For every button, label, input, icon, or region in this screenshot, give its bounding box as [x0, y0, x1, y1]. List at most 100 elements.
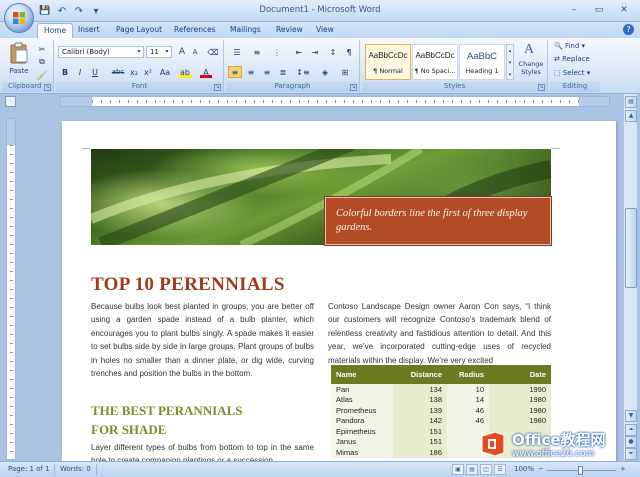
select-button[interactable]: ⬚ Select ▾ — [554, 69, 590, 77]
scroll-up-button[interactable]: ▲ — [625, 110, 637, 122]
increase-indent-icon[interactable]: ⇥ — [308, 46, 322, 58]
select-label: Select — [562, 69, 585, 77]
minimize-button[interactable]: – — [562, 2, 586, 17]
table-header-date: Date — [489, 365, 551, 384]
tab-insert[interactable]: Insert — [72, 23, 106, 38]
tab-references[interactable]: References — [168, 23, 222, 38]
page-count[interactable]: Page: 1 of 1 — [8, 465, 50, 473]
styles-scroll[interactable]: ▴ ▾ ▾ — [506, 44, 514, 80]
italic-button[interactable]: I — [74, 66, 86, 78]
borders-icon[interactable]: ⊞ — [336, 66, 354, 78]
style-normal-sample: AaBbCcDc — [368, 51, 408, 60]
cut-icon[interactable]: ✂ — [36, 43, 48, 55]
clipboard-group: Paste ✂ ⧉ 🖌 Clipboard ↘ — [2, 40, 54, 92]
tab-selector-button[interactable] — [5, 96, 16, 107]
style-no-spacing-name: ¶ No Spaci... — [414, 67, 456, 75]
format-painter-icon[interactable]: 🖌 — [36, 69, 48, 81]
table-row: Pandora 142 46 1980 — [331, 415, 551, 426]
replace-button[interactable]: ⇄ Replace — [554, 55, 590, 63]
vertical-scrollbar[interactable]: ▤ ▲ ▼ ⏶ ● ⏷ — [623, 94, 637, 460]
align-right-icon[interactable]: ≡ — [260, 66, 274, 78]
font-color-button[interactable]: A — [200, 66, 212, 78]
table-cell: 151 — [393, 426, 447, 437]
font-size-value: 11 — [150, 48, 159, 56]
subscript-button[interactable]: x₂ — [128, 66, 140, 78]
numbering-icon[interactable]: ≡ — [248, 46, 266, 58]
ruler-right-margin — [579, 97, 609, 106]
style-heading-1[interactable]: AaBbC Heading 1 — [459, 44, 505, 80]
ruler-left-margin — [61, 97, 92, 106]
copy-icon[interactable]: ⧉ — [36, 56, 48, 68]
editing-group: 🔍 Find ▾ ⇄ Replace ⬚ Select ▾ Editing — [550, 40, 600, 92]
maximize-button[interactable]: ▭ — [587, 2, 611, 17]
scroll-down-button[interactable]: ▼ — [625, 410, 637, 422]
caption-box: Colorful borders line the first of three… — [324, 196, 552, 246]
body-paragraph-1: Because bulbs look best planted in group… — [91, 302, 314, 379]
change-styles-button[interactable]: A Change Styles — [516, 42, 546, 82]
table-cell: 14 — [447, 394, 489, 405]
font-family-select[interactable]: Calibri (Body) ▾ — [58, 46, 144, 58]
zoom-out-button[interactable]: − — [538, 465, 544, 473]
paragraph-launcher-icon[interactable]: ↘ — [350, 84, 357, 91]
zoom-in-button[interactable]: + — [620, 465, 626, 473]
font-size-select[interactable]: 11 ▾ — [146, 46, 172, 58]
sort-icon[interactable]: ↕ — [326, 46, 340, 58]
strikethrough-button[interactable]: abc — [110, 66, 126, 78]
zoom-level[interactable]: 100% — [514, 465, 534, 473]
find-button[interactable]: 🔍 Find ▾ — [554, 42, 585, 50]
show-marks-icon[interactable]: ¶ — [342, 46, 356, 58]
clipboard-launcher-icon[interactable]: ↘ — [44, 84, 51, 91]
print-layout-view-button[interactable]: ▣ — [452, 464, 464, 475]
shrink-font-button[interactable]: A — [189, 46, 201, 58]
horizontal-ruler[interactable] — [60, 96, 610, 107]
style-normal[interactable]: AaBbCcDc ¶ Normal — [365, 44, 411, 80]
close-button[interactable]: ✕ — [612, 2, 636, 17]
styles-launcher-icon[interactable]: ↘ — [538, 84, 545, 91]
justify-icon[interactable]: ≣ — [276, 66, 290, 78]
underline-button[interactable]: U — [89, 66, 101, 78]
font-group-label: Font — [56, 82, 223, 92]
word-count[interactable]: Words: 0 — [60, 465, 91, 473]
table-header-distance: Distance — [393, 365, 447, 384]
style-no-spacing[interactable]: AaBbCcDc ¶ No Spaci... — [412, 44, 458, 80]
decrease-indent-icon[interactable]: ⇤ — [292, 46, 306, 58]
line-spacing-icon[interactable]: ↕≡ — [294, 66, 312, 78]
scroll-thumb[interactable] — [625, 208, 637, 288]
tab-home[interactable]: Home — [37, 23, 74, 38]
clipboard-icon — [10, 42, 28, 64]
font-launcher-icon[interactable]: ↘ — [214, 84, 221, 91]
superscript-button[interactable]: x² — [142, 66, 154, 78]
table-cell: Pan — [331, 384, 393, 395]
multilevel-list-icon[interactable]: ⋮ — [268, 46, 286, 58]
bullets-icon[interactable]: ☰ — [228, 46, 246, 58]
table-header-row: Name Distance Radius Date — [331, 365, 551, 384]
office-button[interactable] — [4, 3, 34, 33]
table-row: Prometheus 139 46 1980 — [331, 405, 551, 416]
help-icon[interactable]: ? — [623, 24, 634, 35]
tab-page-layout[interactable]: Page Layout — [110, 23, 168, 38]
change-styles-icon: A — [524, 42, 535, 57]
highlight-color-icon[interactable]: ab — [178, 66, 192, 78]
paste-button[interactable]: Paste — [6, 42, 32, 80]
clear-formatting-icon[interactable]: ⌫ — [206, 46, 220, 58]
align-center-icon[interactable]: ≡ — [244, 66, 258, 78]
zoom-slider-thumb[interactable] — [578, 466, 583, 475]
styles-group-label: Styles — [362, 82, 547, 92]
tab-view[interactable]: View — [310, 23, 340, 38]
shading-icon[interactable]: ◈ — [316, 66, 334, 78]
table-cell: 134 — [393, 384, 447, 395]
tab-mailings[interactable]: Mailings — [224, 23, 267, 38]
select-icon: ⬚ — [554, 69, 561, 77]
document-page[interactable]: Colorful borders line the first of three… — [62, 121, 616, 461]
align-left-icon[interactable]: ≡ — [228, 66, 242, 78]
change-case-button[interactable]: Aa — [158, 66, 172, 78]
find-label: Find — [564, 42, 580, 50]
window-controls: – ▭ ✕ — [562, 2, 636, 17]
view-ruler-toggle[interactable]: ▤ — [625, 96, 637, 108]
watermark-url: www.office26.com — [512, 449, 595, 459]
tab-review[interactable]: Review — [270, 23, 309, 38]
bold-button[interactable]: B — [59, 66, 71, 78]
vertical-ruler[interactable] — [6, 118, 16, 460]
grow-font-button[interactable]: A — [176, 46, 188, 58]
table-cell: Pandora — [331, 415, 393, 426]
